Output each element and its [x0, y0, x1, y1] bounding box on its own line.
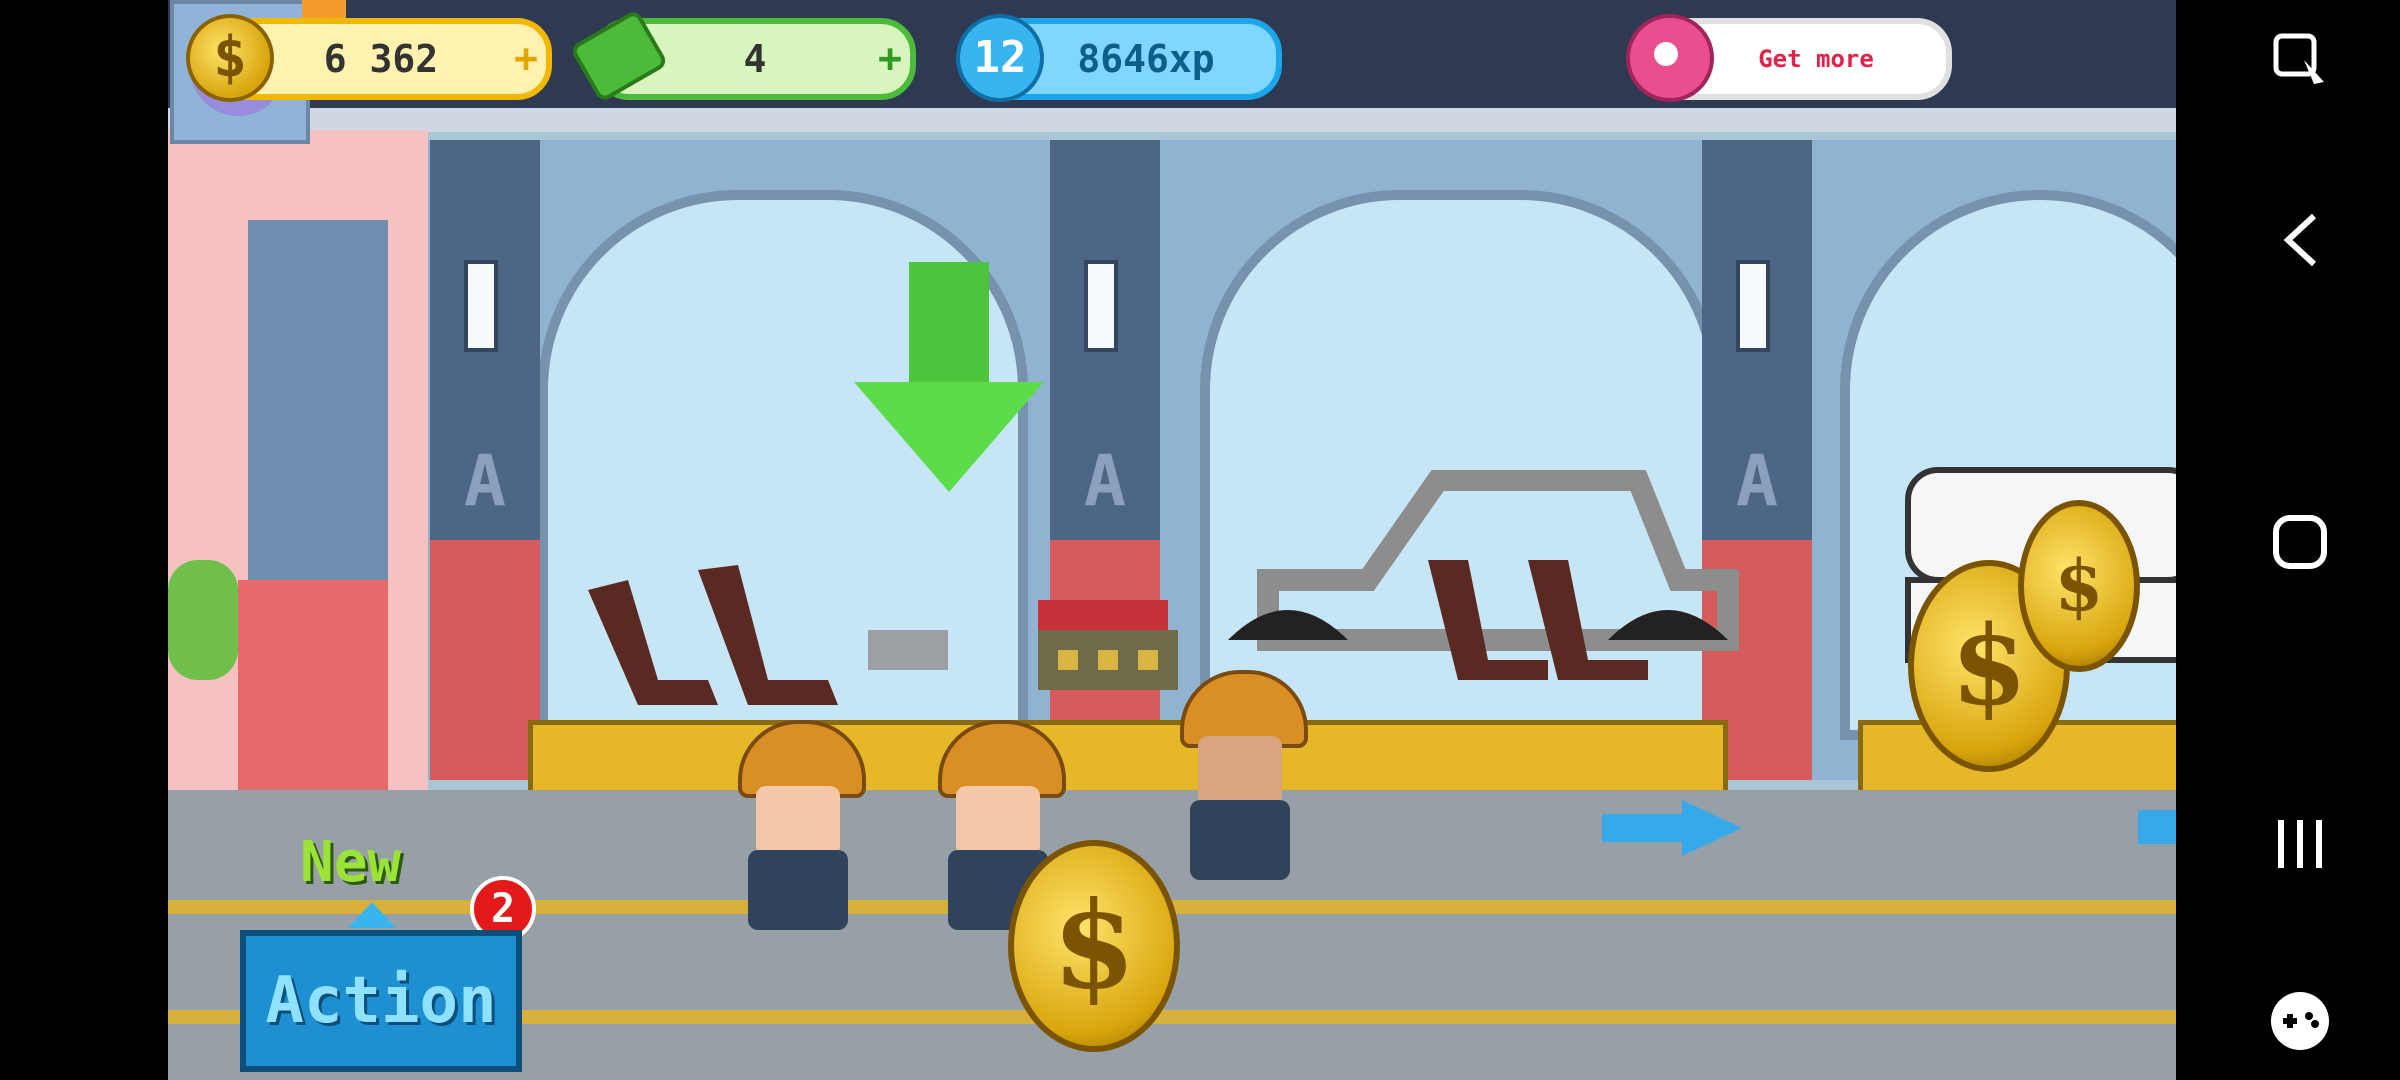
back-icon[interactable] — [2280, 210, 2320, 270]
cash-counter[interactable]: 4 + — [569, 8, 916, 104]
recents-icon[interactable] — [2272, 816, 2328, 872]
system-nav-bar — [2200, 0, 2400, 1080]
car-frame[interactable] — [1228, 470, 1748, 720]
coin-icon[interactable]: $ — [1008, 840, 1180, 1052]
left-wall-door — [248, 220, 388, 580]
new-label: New — [300, 830, 402, 895]
worker-face — [756, 786, 840, 856]
green-down-arrow[interactable] — [854, 262, 1044, 492]
worker-body — [1190, 800, 1290, 880]
pillar-letter: A — [1083, 440, 1127, 522]
xp-counter[interactable]: 12 8646xp — [956, 14, 1282, 102]
conveyor-belt — [528, 720, 1238, 800]
pillar-lamp — [1736, 260, 1770, 352]
add-coins-button[interactable]: + — [506, 36, 546, 82]
add-cash-button[interactable]: + — [870, 36, 910, 82]
worker-face — [1198, 736, 1282, 806]
worker-face — [956, 786, 1040, 856]
offscreen-arrow — [2138, 810, 2176, 844]
car-seats-part[interactable] — [568, 560, 1068, 710]
action-pointer — [348, 902, 396, 928]
game-launcher-icon[interactable] — [2269, 990, 2331, 1052]
donut-icon — [1626, 14, 1714, 102]
worker[interactable] — [738, 720, 866, 940]
home-icon[interactable] — [2270, 512, 2330, 572]
move-right-arrow[interactable] — [1602, 800, 1742, 856]
coins-counter[interactable]: $ 6 362 + — [186, 14, 552, 102]
game-scene[interactable]: A A A $ $ $ — [168, 0, 2176, 1080]
pillar-base — [430, 540, 540, 780]
ceiling-rail — [168, 108, 2176, 132]
screenshot-tool-icon[interactable] — [2270, 30, 2330, 90]
get-more-button[interactable]: Get more — [1626, 14, 1952, 102]
pillar-lamp — [1084, 260, 1118, 352]
coin-icon: $ — [186, 14, 274, 102]
coin-stack-icon[interactable]: $ — [2018, 500, 2140, 672]
action-button[interactable]: Action — [240, 930, 522, 1072]
level-star-icon: 12 — [956, 14, 1044, 102]
level-value: 12 — [973, 32, 1027, 83]
worker-body — [748, 850, 848, 930]
pillar-letter: A — [463, 440, 507, 522]
pillar-lamp — [464, 260, 498, 352]
bush — [168, 560, 238, 680]
worker-foreman[interactable] — [1180, 670, 1308, 890]
